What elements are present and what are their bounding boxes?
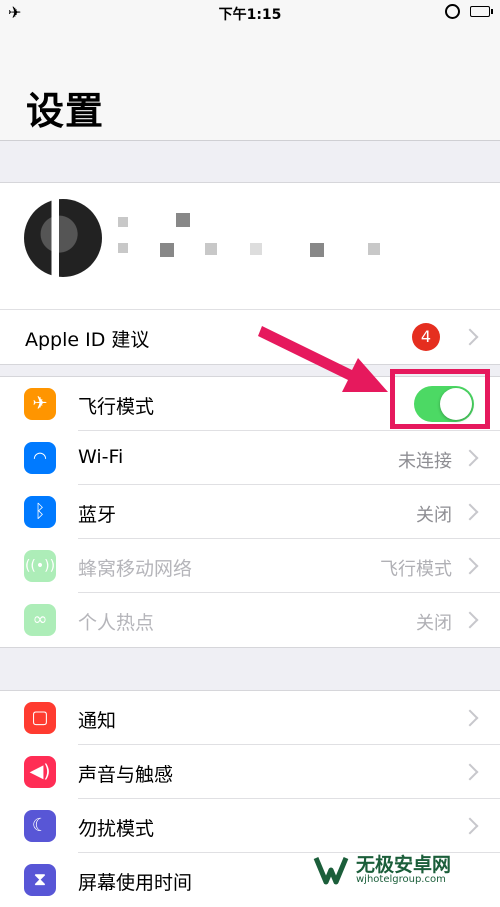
annotation-arrow [258,326,388,392]
annotation-highlight-box [390,369,490,429]
watermark-name: 无极安卓网 [356,854,452,876]
watermark-logo [313,857,349,885]
watermark-url: wjhotelgroup.com [356,874,446,885]
watermark: 无极安卓网 wjhotelgroup.com [312,850,500,889]
